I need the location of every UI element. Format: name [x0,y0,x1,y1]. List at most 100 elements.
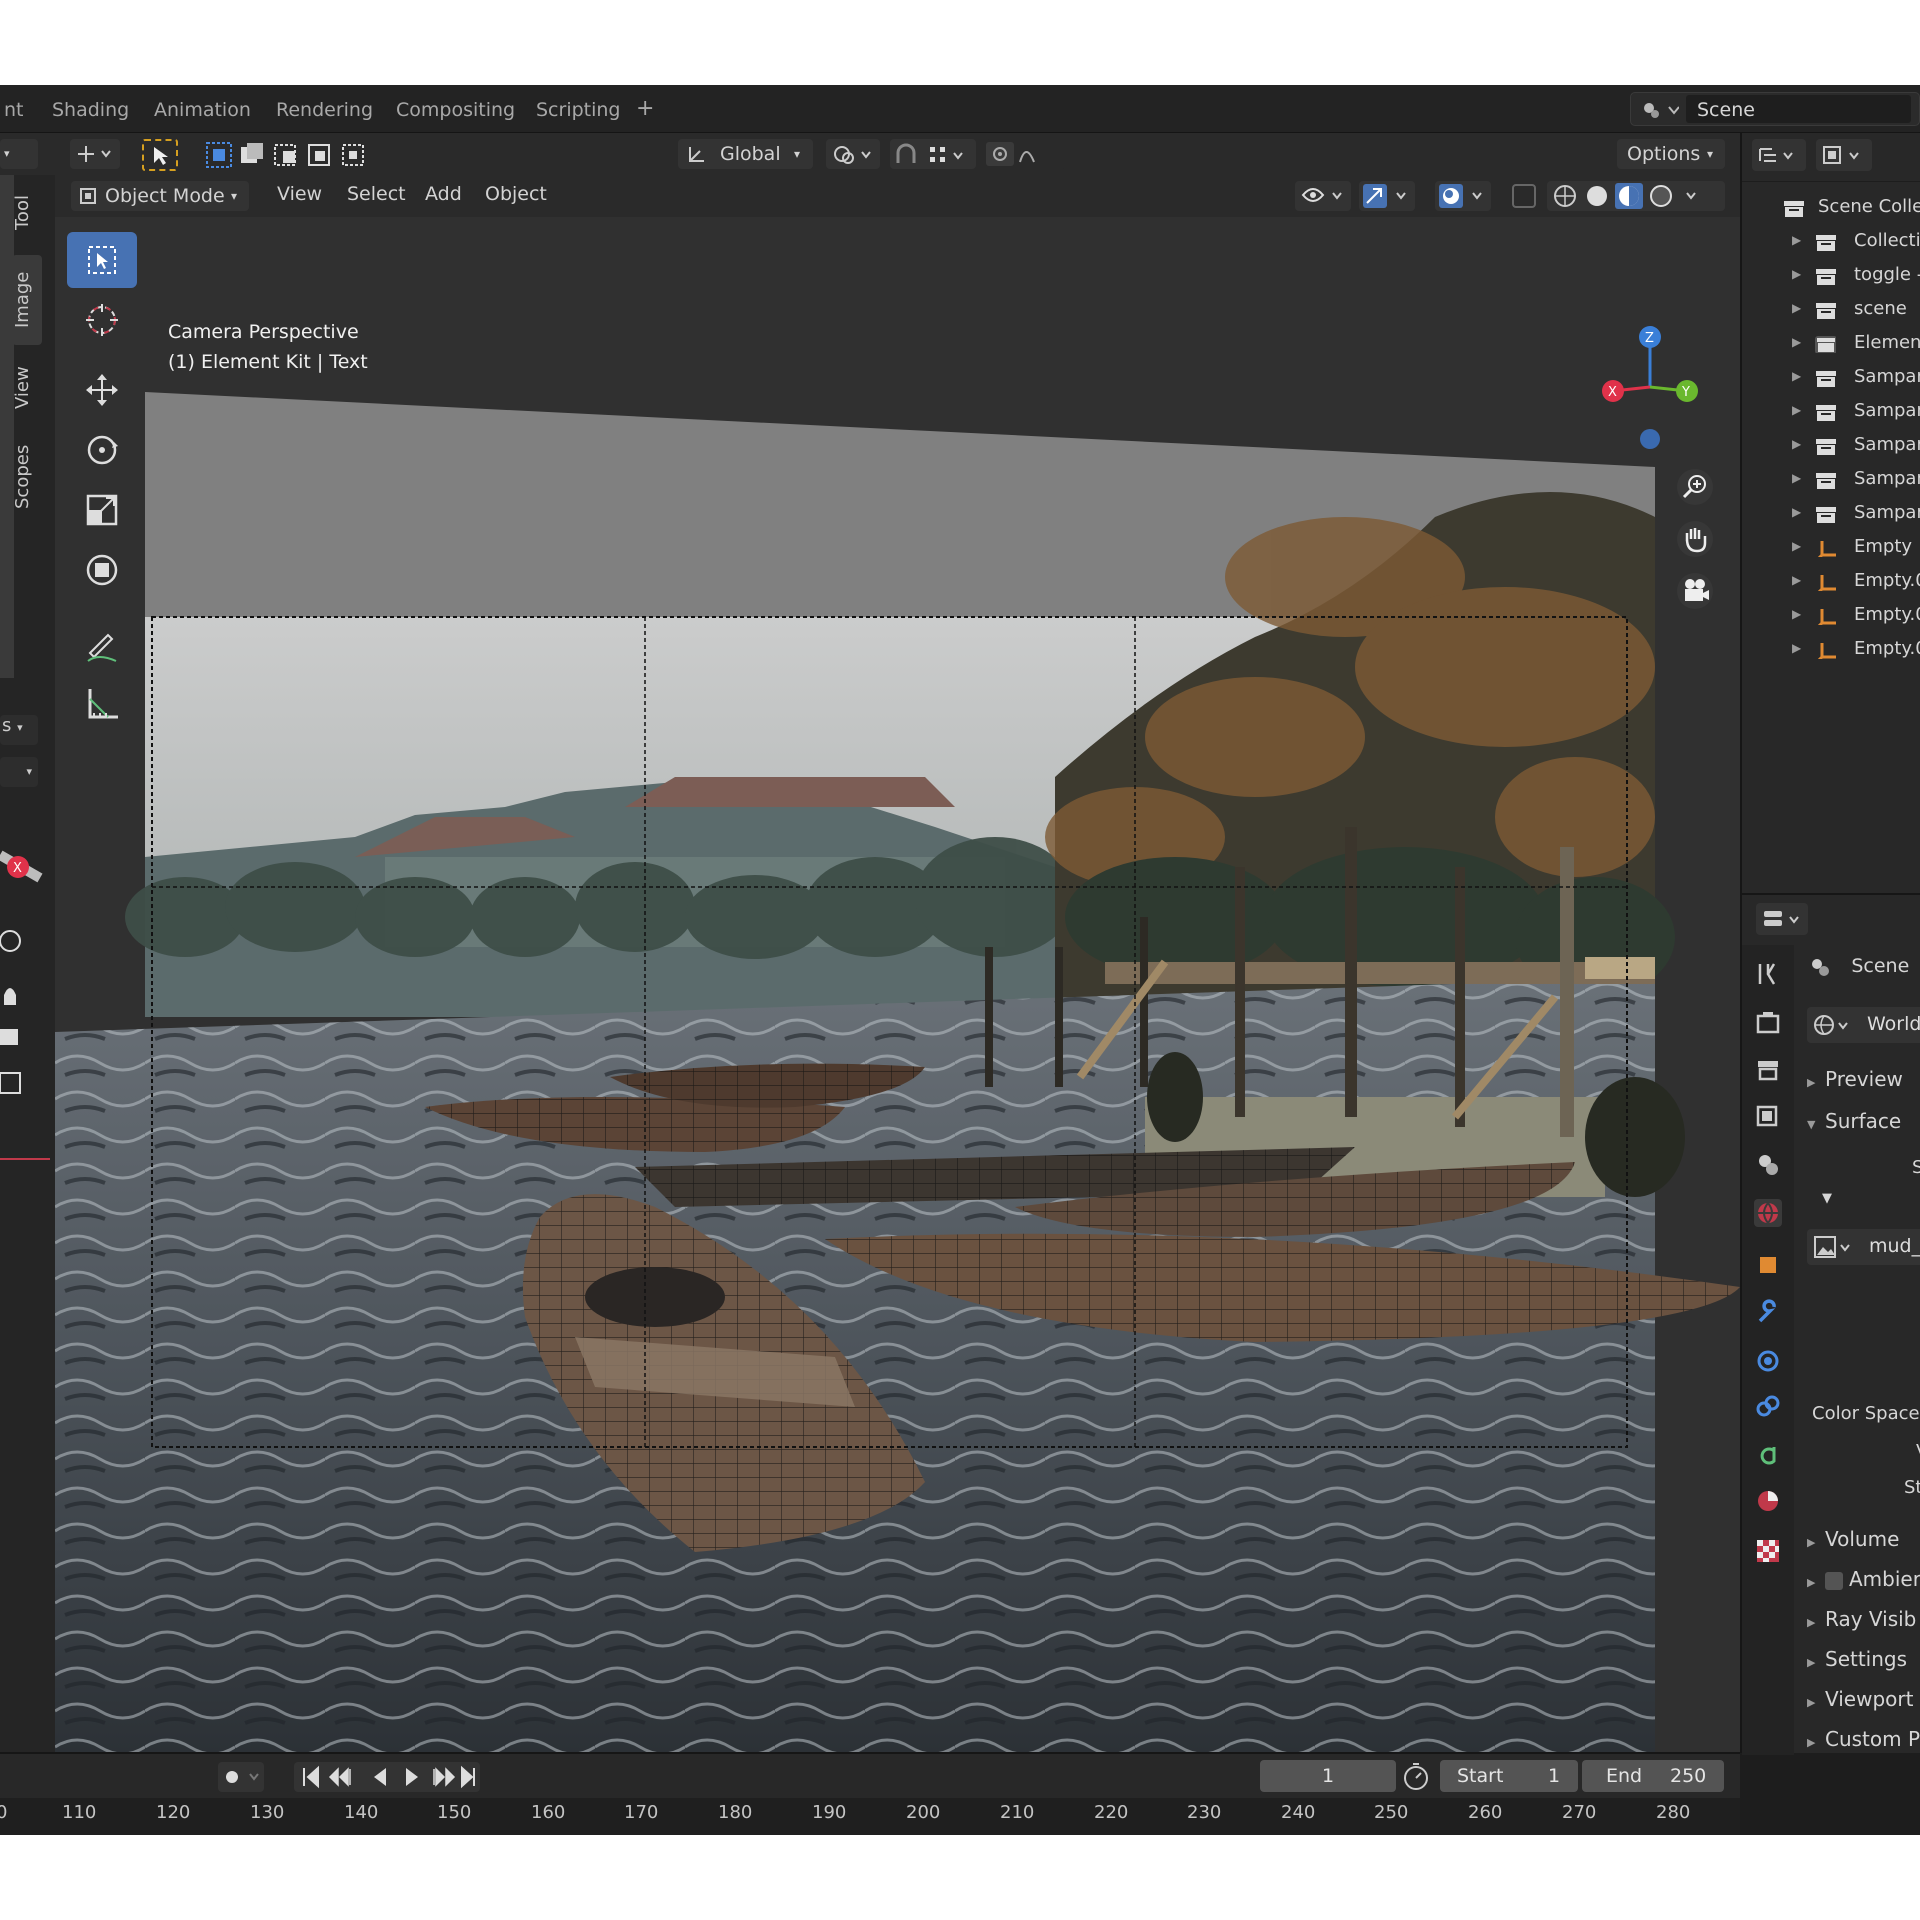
panel-viewport-display[interactable]: ▶ Viewport [1807,1687,1913,1711]
tab-tool[interactable]: Tool [12,178,42,248]
3d-viewport[interactable]: Camera Perspective (1) Element Kit | Tex… [55,217,1740,1752]
outliner-row[interactable]: ▶ Empty.0 [1742,565,1920,599]
zoom-icon[interactable] [1675,467,1715,507]
panel-settings[interactable]: ▶ Settings [1807,1647,1907,1671]
render-icon[interactable] [1754,1008,1782,1036]
object-mode-dropdown[interactable]: Object Mode ▾ [71,181,249,211]
outliner-filter[interactable] [1816,139,1872,171]
panel-ambient-occlusion[interactable]: ▶ Ambier [1807,1567,1920,1591]
outliner-row[interactable]: ▶ scene [1742,293,1920,327]
physics-icon[interactable] [1754,1347,1782,1375]
outliner-row[interactable]: ▶ Empty [1742,531,1920,565]
outliner-row[interactable]: ▶ Sampan [1742,429,1920,463]
end-frame-field[interactable]: End 250 [1582,1760,1724,1792]
expand-arrow-icon[interactable]: ▶ [1792,505,1801,519]
current-frame-field[interactable]: 1 [1260,1760,1396,1792]
expand-arrow-icon[interactable]: ▶ [1792,301,1801,315]
left-panel-dropdown[interactable]: s ▾ [0,715,38,745]
tab-rendering[interactable]: Rendering [268,95,381,125]
properties-editor-type[interactable] [1756,903,1808,935]
expand-arrow-icon[interactable]: ▶ [1792,369,1801,383]
expand-arrow-icon[interactable]: ▶ [1792,437,1801,451]
transform-tool-button[interactable] [70,139,120,169]
scale-tool[interactable] [67,482,137,538]
expand-arrow-icon[interactable]: ▶ [1792,641,1801,655]
proportional-edit[interactable] [986,139,1066,169]
left-panel-dropdown-2[interactable]: ▾ [0,757,38,787]
tab-shading[interactable]: Shading [44,95,137,125]
material-icon[interactable] [1754,1487,1782,1515]
annotate-tool[interactable] [67,617,137,673]
panel-volume[interactable]: ▶ Volume [1807,1527,1899,1551]
texture-icon[interactable] [1754,1537,1782,1565]
panel-custom-properties[interactable]: ▶ Custom P [1807,1727,1920,1751]
expand-arrow-icon[interactable]: ▶ [1792,539,1801,553]
start-frame-field[interactable]: Start 1 [1440,1760,1578,1792]
ambient-checkbox[interactable] [1825,1571,1843,1590]
panel-ray-visibility[interactable]: ▶ Ray Visib [1807,1607,1916,1631]
expand-arrow-icon[interactable]: ▶ [1792,233,1801,247]
world-icon[interactable] [1754,1199,1782,1227]
data-icon[interactable] [1754,1441,1782,1469]
expand-arrow-icon[interactable]: ▶ [1792,573,1801,587]
outliner-row[interactable]: ▶ Sampan [1742,361,1920,395]
expand-arrow-icon[interactable]: ▶ [1792,471,1801,485]
scene-icon[interactable] [1754,1151,1782,1179]
modifier-wrench-icon[interactable] [1754,1299,1782,1327]
outliner-row[interactable]: ▶ Sampan [1742,463,1920,497]
transform-tool[interactable] [67,542,137,598]
options-dropdown[interactable]: Options ▾ [1617,139,1725,169]
editor-type-button[interactable]: ▾ [0,139,38,169]
menu-add[interactable]: Add [425,183,462,205]
outliner-row[interactable]: ▶ Sampan [1742,395,1920,429]
measure-tool[interactable] [67,677,137,733]
outliner-row[interactable]: ▶ Empty.0 [1742,633,1920,667]
tab-animation[interactable]: Animation [146,95,259,125]
panel-surface[interactable]: ▼ Surface [1807,1109,1901,1133]
expand-arrow-icon[interactable]: ▶ [1792,335,1801,349]
expand-arrow-icon[interactable]: ▶ [1792,267,1801,281]
outliner-display-mode[interactable] [1752,139,1806,171]
rotate-tool[interactable] [67,422,137,478]
snap-controls[interactable] [890,139,976,169]
stopwatch-icon[interactable] [1400,1760,1440,1792]
viewport-display-controls[interactable] [1295,181,1725,211]
outliner-row[interactable]: ▶ Collecti [1742,225,1920,259]
move-tool[interactable] [67,362,137,418]
tab-layout[interactable]: nt [0,95,32,125]
menu-object[interactable]: Object [485,183,547,205]
tab-image[interactable]: Image [12,255,42,345]
constraints-icon[interactable] [1754,1393,1782,1421]
expand-arrow-icon[interactable]: ▶ [1792,607,1801,621]
outliner-row[interactable]: ▶ toggle - [1742,259,1920,293]
outliner-row-scene-collection[interactable]: Scene Colle [1742,191,1920,225]
select-box-tool[interactable] [67,232,137,288]
tab-compositing[interactable]: Compositing [388,95,523,125]
playback-controls[interactable] [210,1760,500,1794]
tab-scopes[interactable]: Scopes [12,427,42,527]
tool-settings-icon[interactable] [1754,960,1782,988]
tab-view[interactable]: View [12,353,42,423]
menu-select[interactable]: Select [347,183,406,205]
pivot-dropdown[interactable] [826,139,880,169]
output-icon[interactable] [1754,1055,1782,1083]
expand-arrow-icon[interactable]: ▶ [1792,403,1801,417]
outliner-row[interactable]: ▶ Element [1742,327,1920,361]
navigation-gizmo[interactable]: Z X Y [1575,317,1725,467]
outliner-row[interactable]: ▶ Empty.0 [1742,599,1920,633]
view-layer-icon[interactable] [1754,1103,1782,1131]
camera-view-icon[interactable] [1675,571,1715,611]
scene-selector[interactable]: Scene [1630,92,1920,126]
select-tool-button[interactable] [142,139,178,171]
cursor-tool[interactable] [67,292,137,348]
world-selector[interactable]: World [1807,1007,1920,1043]
image-selector[interactable]: mud_ [1807,1229,1920,1265]
tab-scripting[interactable]: Scripting [528,95,629,125]
add-workspace-icon[interactable]: + [636,95,654,123]
pan-hand-icon[interactable] [1675,519,1715,559]
object-icon[interactable] [1754,1251,1782,1279]
expanded-arrow-icon[interactable]: ▼ [1822,1191,1832,1206]
outliner-row[interactable]: ▶ Sampan [1742,497,1920,531]
orientation-dropdown[interactable]: Global ▾ [678,139,813,169]
panel-preview[interactable]: ▶ Preview [1807,1067,1903,1091]
